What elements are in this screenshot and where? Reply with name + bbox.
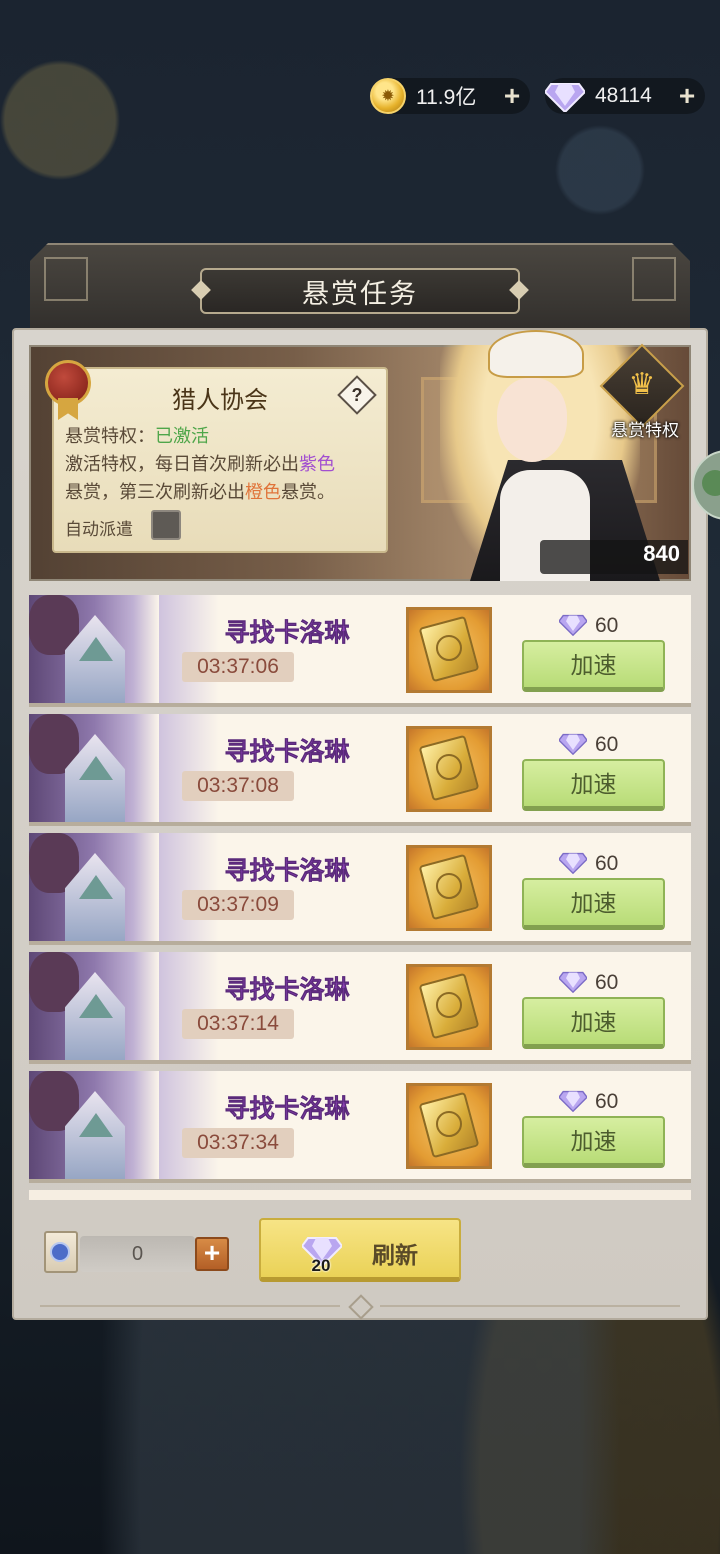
speed-up-button[interactable]: 加速 — [522, 759, 665, 811]
scroll-count: 0 — [80, 1236, 195, 1272]
diamond-icon — [558, 612, 588, 641]
task-row: 寻找卡洛琳 03:37:34 60 加速 — [29, 1071, 691, 1183]
cost-value: 60 — [595, 852, 619, 875]
privilege-status: 已激活 — [155, 426, 209, 446]
help-icon[interactable]: ? — [343, 381, 371, 409]
cost-value: 60 — [595, 1090, 619, 1113]
auto-dispatch-label: 自动派遣 — [65, 520, 133, 539]
score-value: 840 — [643, 541, 680, 566]
task-row: 寻找卡洛琳 03:37:06 60 加速 — [29, 595, 691, 707]
book-emblem-icon — [436, 1111, 462, 1137]
corner-ornament — [44, 257, 88, 301]
gold-value: 11.9亿 — [416, 86, 477, 109]
cost-value: 60 — [595, 971, 619, 994]
add-gold-button[interactable]: + — [500, 82, 524, 110]
task-artwork — [29, 595, 159, 703]
speed-cost: 60 — [558, 612, 619, 641]
speed-up-button[interactable]: 加速 — [522, 997, 665, 1049]
speed-up-button[interactable]: 加速 — [522, 640, 665, 692]
task-timer: 03:37:14 — [182, 1009, 294, 1039]
privilege-line: 悬赏特权：已激活 — [65, 422, 209, 448]
task-artwork — [29, 952, 159, 1060]
diamond-icon — [558, 731, 588, 760]
cost-value: 60 — [595, 733, 619, 756]
page-title: 悬赏任务 — [302, 278, 418, 309]
artwork-fade — [159, 952, 219, 1060]
task-timer: 03:37:06 — [182, 652, 294, 682]
title-plate: 悬赏任务 — [191, 268, 529, 314]
task-artwork — [29, 833, 159, 941]
diamond-icon — [558, 850, 588, 879]
list-overflow-edge — [29, 1190, 691, 1200]
diamond-icon — [558, 969, 588, 998]
gem-value: 48114 — [595, 84, 652, 107]
task-row: 寻找卡洛琳 03:37:08 60 加速 — [29, 714, 691, 826]
add-scroll-button[interactable]: + — [195, 1237, 229, 1271]
task-timer: 03:37:34 — [182, 1128, 294, 1158]
task-name: 寻找卡洛琳 — [224, 857, 350, 886]
task-artwork — [29, 714, 159, 822]
artwork-fade — [159, 595, 219, 703]
divider — [40, 1305, 340, 1307]
desc-highlight-purple: 紫色 — [299, 454, 335, 474]
speed-up-button[interactable]: 加速 — [522, 878, 665, 930]
gem-currency: 48114 + — [545, 78, 705, 114]
book-emblem-icon — [436, 754, 462, 780]
task-row: 寻找卡洛琳 03:37:09 60 加速 — [29, 833, 691, 945]
cost-value: 60 — [595, 614, 619, 637]
task-timer: 03:37:09 — [182, 890, 294, 920]
task-name: 寻找卡洛琳 — [224, 619, 350, 648]
privilege-badge-label[interactable]: 悬赏特权 — [600, 416, 690, 441]
add-gem-button[interactable]: + — [675, 82, 699, 110]
task-artwork — [29, 1071, 159, 1179]
book-emblem-icon — [436, 873, 462, 899]
task-timer: 03:37:08 — [182, 771, 294, 801]
task-name: 寻找卡洛琳 — [224, 738, 350, 767]
task-name: 寻找卡洛琳 — [224, 976, 350, 1005]
speed-cost: 60 — [558, 1088, 619, 1117]
guild-name: 猎人协会 — [172, 387, 268, 414]
speed-cost: 60 — [558, 731, 619, 760]
corner-ornament — [632, 257, 676, 301]
book-emblem-icon — [436, 635, 462, 661]
gold-coin-icon: ✹ — [370, 78, 406, 114]
privilege-desc-line1: 激活特权，每日首次刷新必出紫色 — [65, 450, 335, 476]
speed-up-button[interactable]: 加速 — [522, 1116, 665, 1168]
divider — [380, 1305, 680, 1307]
artwork-fade — [159, 714, 219, 822]
desc-highlight-orange: 橙色 — [245, 482, 281, 502]
desc-text: 激活特权，每日首次刷新必出 — [65, 454, 299, 474]
artwork-fade — [159, 833, 219, 941]
task-name: 寻找卡洛琳 — [224, 1095, 350, 1124]
crown-icon[interactable]: ♛ — [620, 370, 664, 400]
desc-text: 悬赏，第三次刷新必出 — [65, 482, 245, 502]
artwork-fade — [159, 1071, 219, 1179]
refresh-cost[interactable]: 20 — [296, 1256, 346, 1276]
speed-cost: 60 — [558, 850, 619, 879]
gold-currency: ✹ 11.9亿 + — [370, 78, 530, 114]
privilege-desc-line2: 悬赏，第三次刷新必出橙色悬赏。 — [65, 478, 335, 504]
refresh-label[interactable]: 刷新 — [355, 1236, 435, 1270]
privilege-label: 悬赏特权： — [65, 426, 155, 446]
diamond-icon — [545, 78, 585, 114]
auto-dispatch-checkbox[interactable] — [151, 510, 181, 540]
task-row: 寻找卡洛琳 03:37:14 60 加速 — [29, 952, 691, 1064]
diamond-icon — [558, 1088, 588, 1117]
character-hat — [488, 330, 584, 378]
swirl-icon — [50, 1242, 70, 1262]
desc-text: 悬赏。 — [281, 482, 335, 502]
speed-cost: 60 — [558, 969, 619, 998]
character-face — [497, 378, 567, 462]
book-emblem-icon — [436, 992, 462, 1018]
